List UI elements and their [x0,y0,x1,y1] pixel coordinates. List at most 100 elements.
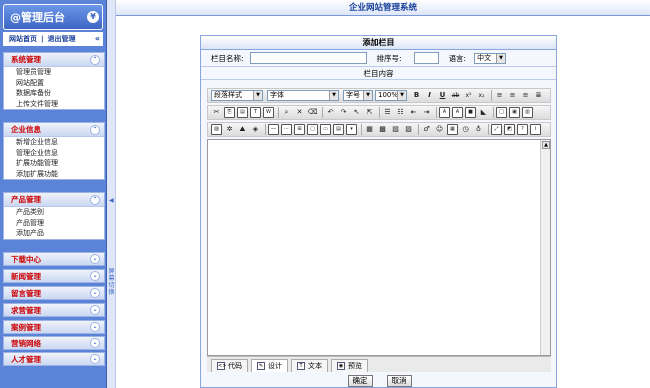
group-header[interactable]: 产品管理 ⌃ [4,193,104,207]
sidebar-item[interactable]: 管理员管理 [4,67,104,78]
sidebar-item[interactable]: 添加扩展功能 [4,169,104,180]
delete-icon[interactable]: ✕ [294,107,305,118]
subscript-icon[interactable]: x₂ [476,90,487,101]
hr-icon[interactable]: ― [268,124,279,135]
table-icon[interactable]: ⊞ [294,124,305,135]
input-icon[interactable]: ▭ [320,124,331,135]
editor-scrollbar[interactable]: ▲ [540,140,550,355]
outdent-icon[interactable]: ⇤ [408,107,419,118]
superscript-icon[interactable]: x² [463,90,474,101]
group-header[interactable]: 系统管理 ⌃ [4,53,104,67]
tab-text[interactable]: T 文本 [291,359,328,372]
zoom-select[interactable]: 100% ▼ [375,90,407,101]
paste-text-icon[interactable]: T [250,107,261,118]
group-header[interactable]: 企业信息 ⌃ [4,123,104,137]
paste-word-icon[interactable]: W [263,107,274,118]
date-icon[interactable]: ▦ [447,124,458,135]
tab-design[interactable]: ✎ 设计 [251,359,288,372]
emoticon-icon[interactable]: ☺ [434,124,445,135]
font-select[interactable]: 字体 ▼ [267,90,339,101]
select-icon[interactable]: ▾ [346,124,357,135]
symbol-icon[interactable]: ♁ [473,124,484,135]
insert-row-icon[interactable]: ▦ [364,124,375,135]
merge-cell-icon[interactable]: ▧ [390,124,401,135]
anchor-icon[interactable]: ◈ [250,124,261,135]
chevron-down-icon[interactable]: ⌄ [90,254,100,264]
find-icon[interactable]: ⌕ [281,107,292,118]
sidebar-item[interactable]: 新增企业信息 [4,137,104,148]
double-chevron-left-icon[interactable]: « [95,34,100,43]
pointer-icon[interactable]: ⇱ [364,107,375,118]
chevron-down-icon[interactable]: ⌄ [90,322,100,332]
indent-icon[interactable]: ⇥ [421,107,432,118]
highlight-icon[interactable]: ■ [465,107,476,118]
info-icon[interactable]: i [530,124,541,135]
group-cases[interactable]: 案例管理 ⌄ [3,320,105,334]
ordered-list-icon[interactable]: ☰ [382,107,393,118]
chevron-up-icon[interactable]: ⌃ [90,195,100,205]
sidebar-item[interactable]: 管理企业信息 [4,148,104,159]
scroll-up-icon[interactable]: ▲ [542,141,550,149]
sidebar-item[interactable]: 上传文件管理 [4,99,104,110]
sidebar-item[interactable]: 产品管理 [4,218,104,229]
chevron-down-icon[interactable]: ⌄ [90,288,100,298]
undo-icon[interactable]: ↶ [325,107,336,118]
group-download[interactable]: 下载中心 ⌄ [3,252,105,266]
image-icon[interactable]: ▨ [211,124,222,135]
sidebar-splitter[interactable]: ◀ 屏幕切换 [107,0,116,388]
chevron-down-icon[interactable]: ⌄ [90,338,100,348]
underline-icon[interactable]: U [437,90,448,101]
redo-icon[interactable]: ↷ [338,107,349,118]
cursor-icon[interactable]: ↖ [351,107,362,118]
align-justify-icon[interactable]: ≣ [533,90,544,101]
text-color-icon[interactable]: A [439,107,450,118]
italic-icon[interactable]: I [424,90,435,101]
splitter-label[interactable]: 屏幕切换 [108,268,115,296]
sidebar-item[interactable]: 添加产品 [4,228,104,239]
time-icon[interactable]: ◷ [460,124,471,135]
fill-icon[interactable]: ◣ [478,107,489,118]
collapse-icon[interactable]: ¥ [87,11,99,23]
name-input[interactable] [249,52,367,64]
group-jobs[interactable]: 求营管理 ⌄ [3,303,105,317]
paste-icon[interactable]: ▤ [237,107,248,118]
sidebar-item[interactable]: 数据库备份 [4,88,104,99]
sidebar-item[interactable]: 扩展功能管理 [4,158,104,169]
editor-area[interactable]: ▲ [207,139,551,356]
triangle-left-icon[interactable]: ◀ [109,197,114,204]
help-icon[interactable]: ? [517,124,528,135]
strikethrough-icon[interactable]: ab [450,90,461,101]
home-link[interactable]: 网站首页 [9,34,37,44]
split-cell-icon[interactable]: ▨ [403,124,414,135]
cut-icon[interactable]: ✂ [211,107,222,118]
align-center-icon[interactable]: ≡ [507,90,518,101]
border-icon[interactable]: □ [496,107,507,118]
group-talent[interactable]: 人才管理 ⌄ [3,352,105,366]
chevron-up-icon[interactable]: ⌃ [90,125,100,135]
size-select[interactable]: 字号 ▼ [343,90,373,101]
order-input[interactable] [413,52,439,64]
form-icon[interactable]: ▢ [307,124,318,135]
chevron-down-icon[interactable]: ⌄ [90,305,100,315]
insert-col-icon[interactable]: ▩ [377,124,388,135]
copy-icon[interactable]: ⎘ [224,107,235,118]
fullscreen-icon[interactable]: ⤢ [491,124,502,135]
paragraph-select[interactable]: 段落样式 ▼ [211,90,263,101]
cancel-button[interactable]: 取消 [386,375,412,387]
align-left-icon[interactable]: ≡ [494,90,505,101]
group-network[interactable]: 营销网络 ⌄ [3,336,105,350]
eraser-icon[interactable]: ⌫ [307,107,318,118]
chevron-down-icon[interactable]: ⌄ [90,271,100,281]
bold-icon[interactable]: B [411,90,422,101]
sidebar-item[interactable]: 产品类别 [4,207,104,218]
group-news[interactable]: 新闻管理 ⌄ [3,269,105,283]
bg-color-icon[interactable]: A [452,107,463,118]
chevron-down-icon[interactable]: ⌄ [90,354,100,364]
group-messages[interactable]: 留言管理 ⌄ [3,286,105,300]
ok-button[interactable]: 确定 [347,375,373,387]
copy-format-icon[interactable]: ▥ [522,107,533,118]
flash-icon[interactable]: ✲ [224,124,235,135]
logout-link[interactable]: 退出管理 [48,34,76,44]
frame-icon[interactable]: ▣ [509,107,520,118]
special-char-icon[interactable]: ♂ [421,124,432,135]
